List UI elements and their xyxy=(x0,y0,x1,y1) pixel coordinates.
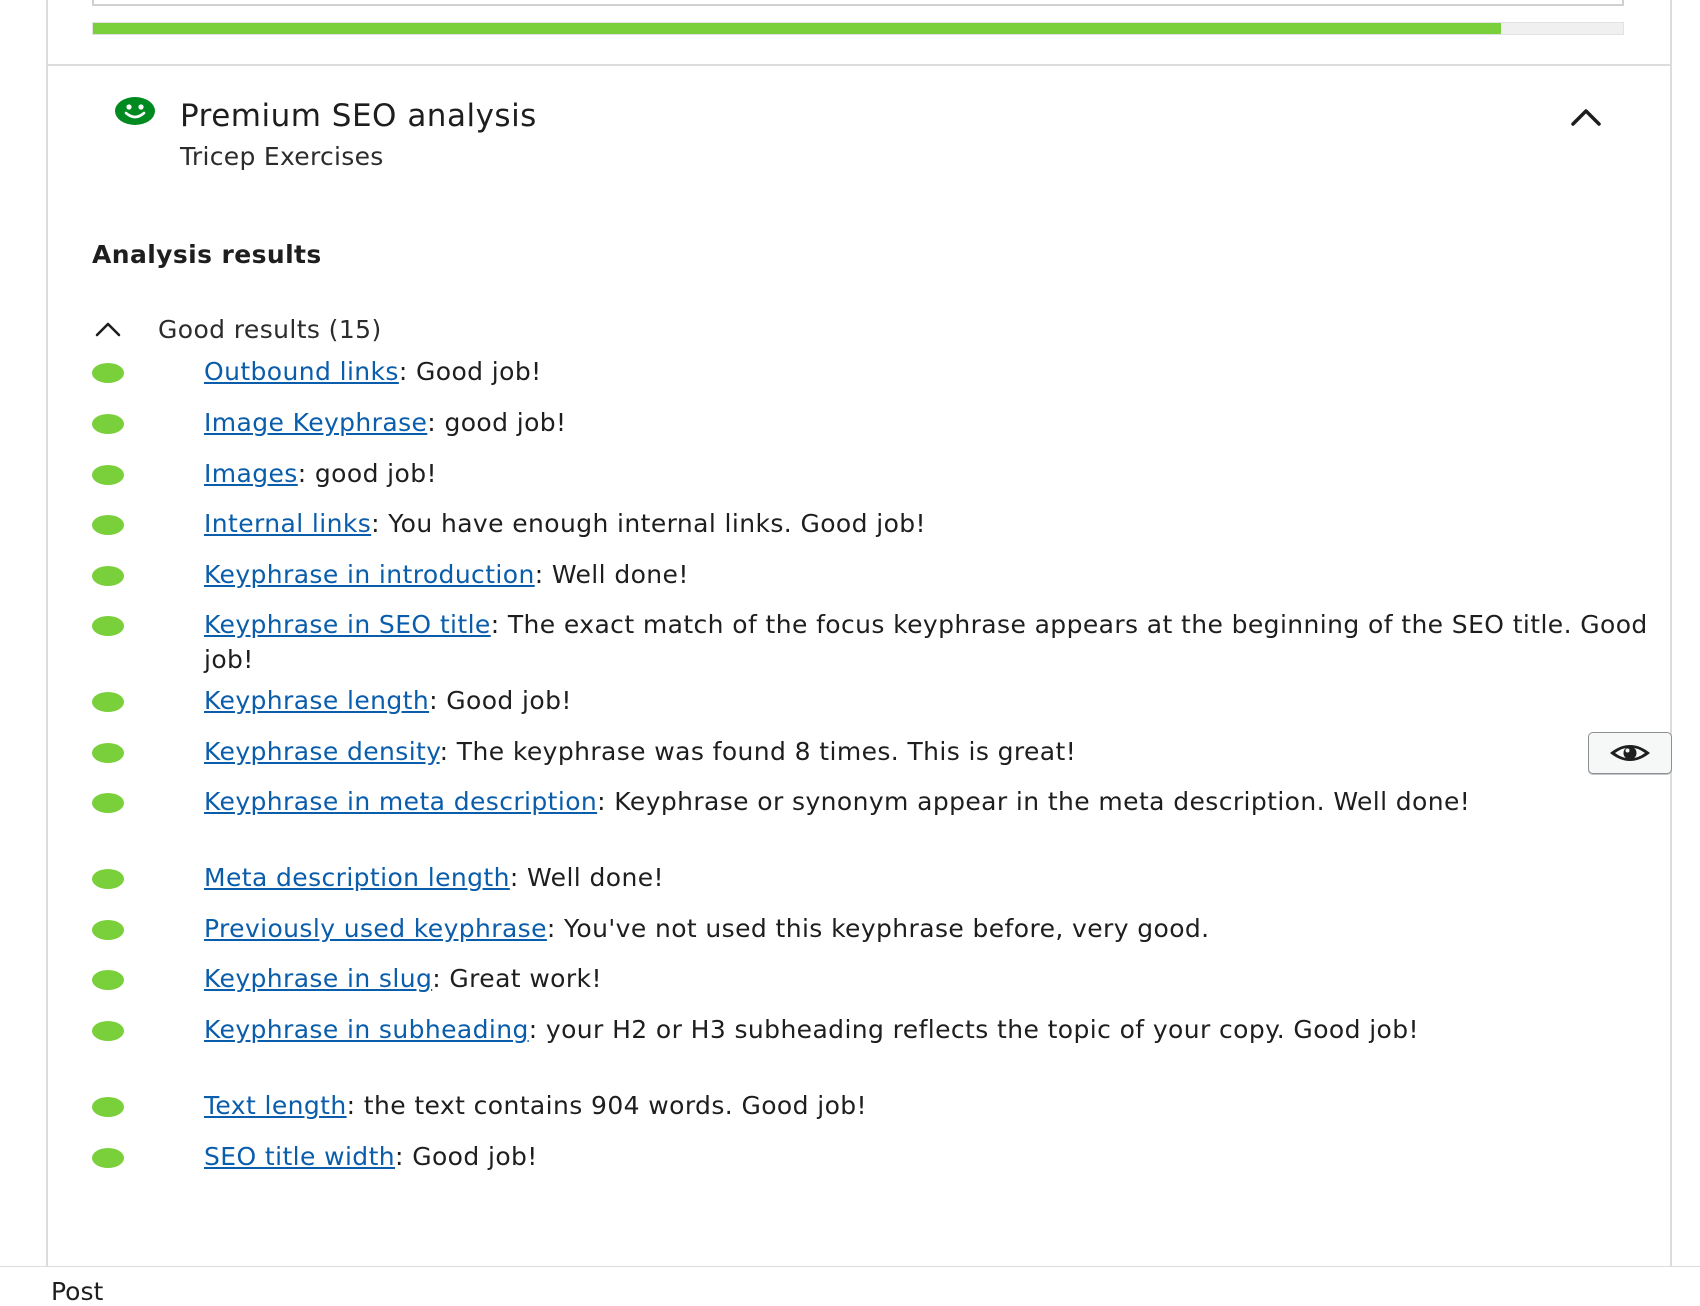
result-text: Keyphrase in meta description: Keyphrase… xyxy=(204,784,1664,819)
result-message: : Good job! xyxy=(398,357,542,386)
result-text: Meta description length: Well done! xyxy=(204,860,1664,895)
good-status-bullet-icon xyxy=(92,616,124,636)
result-message: : Well done! xyxy=(509,863,664,892)
result-link[interactable]: Text length xyxy=(204,1091,347,1120)
result-link[interactable]: Keyphrase in meta description xyxy=(204,787,597,816)
result-text: Keyphrase in subheading: your H2 or H3 s… xyxy=(204,1012,1664,1047)
result-message: : good job! xyxy=(297,459,437,488)
result-link[interactable]: Internal links xyxy=(204,509,371,538)
good-status-bullet-icon xyxy=(92,515,124,535)
good-status-bullet-icon xyxy=(92,869,124,889)
result-text: Image Keyphrase: good job! xyxy=(204,405,1664,440)
result-text: Images: good job! xyxy=(204,456,1664,491)
good-status-bullet-icon xyxy=(92,692,124,712)
result-link[interactable]: Outbound links xyxy=(204,357,399,386)
result-link[interactable]: Images xyxy=(204,459,298,488)
good-status-bullet-icon xyxy=(92,970,124,990)
result-message: : good job! xyxy=(427,408,567,437)
good-status-bullet-icon xyxy=(92,414,124,434)
focus-keyphrase-subtitle: Tricep Exercises xyxy=(180,142,384,171)
good-status-bullet-icon xyxy=(92,465,124,485)
good-status-bullet-icon xyxy=(92,1148,124,1168)
result-text: Internal links: You have enough internal… xyxy=(204,506,1664,541)
result-link[interactable]: Keyphrase in introduction xyxy=(204,560,535,589)
result-link[interactable]: Keyphrase density xyxy=(204,737,440,766)
analysis-results-heading: Analysis results xyxy=(92,240,322,269)
chevron-up-icon[interactable] xyxy=(1566,100,1606,134)
section-title: Premium SEO analysis xyxy=(180,98,537,134)
good-results-toggle[interactable]: Good results (15) xyxy=(92,309,382,349)
result-link[interactable]: SEO title width xyxy=(204,1142,395,1171)
result-text: Keyphrase in slug: Great work! xyxy=(204,961,1664,996)
good-status-bullet-icon xyxy=(92,1097,124,1117)
highlight-toggle-button[interactable] xyxy=(1588,732,1672,774)
result-text: Previously used keyphrase: You've not us… xyxy=(204,911,1664,946)
good-status-bullet-icon xyxy=(92,743,124,763)
post-tab-label[interactable]: Post xyxy=(51,1277,103,1306)
result-message: : your H2 or H3 subheading reflects the … xyxy=(528,1015,1419,1044)
good-status-bullet-icon xyxy=(92,1021,124,1041)
result-link[interactable]: Image Keyphrase xyxy=(204,408,427,437)
premium-seo-analysis-header[interactable]: Premium SEO analysis Tricep Exercises xyxy=(48,66,1670,196)
result-message: : Good job! xyxy=(429,686,572,715)
bottom-panel-bar: Post xyxy=(0,1266,1700,1306)
result-text: Keyphrase in SEO title: The exact match … xyxy=(204,607,1664,677)
chevron-up-icon xyxy=(95,322,121,337)
input-field-edge[interactable] xyxy=(92,0,1624,6)
good-status-bullet-icon xyxy=(92,920,124,940)
result-link[interactable]: Previously used keyphrase xyxy=(204,914,547,943)
good-status-bullet-icon xyxy=(92,363,124,383)
result-text: Outbound links: Good job! xyxy=(204,354,1664,389)
result-text: SEO title width: Good job! xyxy=(204,1139,1664,1174)
eye-icon xyxy=(1610,745,1650,761)
result-message: : You've not used this keyphrase before,… xyxy=(546,914,1210,943)
result-link[interactable]: Keyphrase in slug xyxy=(204,964,432,993)
result-message: : The keyphrase was found 8 times. This … xyxy=(439,737,1077,766)
result-link[interactable]: Meta description length xyxy=(204,863,510,892)
result-link[interactable]: Keyphrase in SEO title xyxy=(204,610,491,639)
seo-analysis-panel: Premium SEO analysis Tricep Exercises An… xyxy=(46,0,1672,1266)
good-status-bullet-icon xyxy=(92,566,124,586)
result-message: : You have enough internal links. Good j… xyxy=(371,509,926,538)
result-link[interactable]: Keyphrase in subheading xyxy=(204,1015,529,1044)
result-text: Keyphrase length: Good job! xyxy=(204,683,1664,718)
result-message: : Good job! xyxy=(395,1142,538,1171)
good-status-bullet-icon xyxy=(92,793,124,813)
result-message: : Well done! xyxy=(534,560,689,589)
result-text: Text length: the text contains 904 words… xyxy=(204,1088,1664,1123)
smiley-face-icon xyxy=(115,97,155,125)
good-results-label: Good results (15) xyxy=(158,314,382,344)
result-message: : Great work! xyxy=(432,964,602,993)
seo-score-progress-bar xyxy=(92,22,1624,35)
result-message: : the text contains 904 words. Good job! xyxy=(346,1091,867,1120)
result-text: Keyphrase in introduction: Well done! xyxy=(204,557,1664,592)
result-message: : Keyphrase or synonym appear in the met… xyxy=(597,787,1471,816)
result-link[interactable]: Keyphrase length xyxy=(204,686,429,715)
result-text: Keyphrase density: The keyphrase was fou… xyxy=(204,734,1534,769)
seo-score-progress-fill xyxy=(93,23,1501,34)
